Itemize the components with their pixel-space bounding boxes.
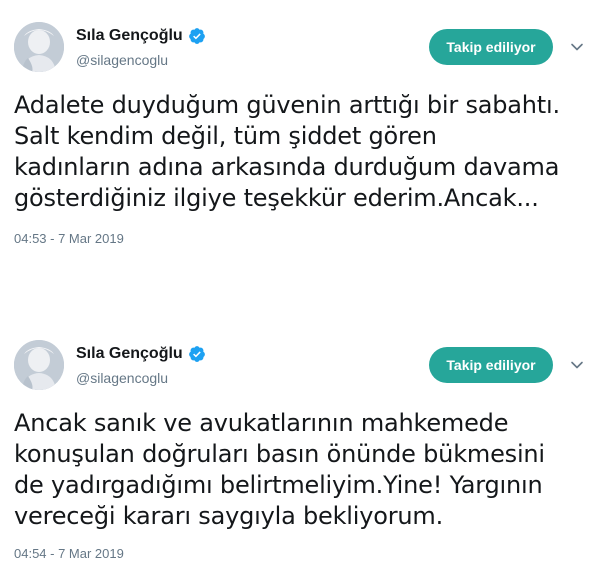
tweet: Sıla Gençoğlu @silagencoglu Takip ediliy… [0, 318, 601, 587]
following-button[interactable]: Takip ediliyor [429, 347, 553, 383]
tweet-text-line: Adalete duyduğum güvenin arttığı bir sab… [14, 91, 560, 119]
timestamp[interactable]: 04:54 - 7 Mar 2019 [14, 546, 124, 561]
tweet-text-line: konuşulan doğruları basın önünde bükmesi… [14, 440, 545, 468]
chevron-down-icon[interactable] [570, 40, 584, 54]
handle[interactable]: @silagencoglu [76, 370, 168, 386]
chevron-down-icon[interactable] [570, 358, 584, 372]
display-name[interactable]: Sıla Gençoğlu [76, 27, 183, 45]
handle[interactable]: @silagencoglu [76, 52, 168, 68]
tweet-text-line: Ancak sanık ve avukatlarının mahkemede [14, 409, 509, 437]
timestamp[interactable]: 04:53 - 7 Mar 2019 [14, 231, 124, 246]
tweet-text-line: Salt kendim değil, tüm şiddet gören [14, 122, 437, 150]
avatar[interactable] [14, 22, 64, 72]
tweet-text-line: de yadırgadığımı belirtmeliyim.Yine! Yar… [14, 471, 543, 499]
verified-badge-icon [188, 346, 205, 362]
avatar[interactable] [14, 340, 64, 390]
author-row: Sıla Gençoğlu [76, 27, 206, 45]
tweet-text-line: vereceği kararı saygıyla bekliyorum. [14, 502, 444, 530]
tweet-text: Ancak sanık ve avukatlarının mahkemede k… [14, 408, 594, 532]
tweet: Sıla Gençoğlu @silagencoglu Takip ediliy… [0, 0, 601, 270]
author-row: Sıla Gençoğlu [76, 345, 206, 363]
tweet-text-line: gösterdiğiniz ilgiye teşekkür ederim.Anc… [14, 184, 539, 212]
following-button[interactable]: Takip ediliyor [429, 29, 553, 65]
tweet-text-line: kadınların adına arkasında durduğum dava… [14, 153, 560, 181]
verified-badge-icon [188, 28, 205, 44]
tweet-text: Adalete duyduğum güvenin arttığı bir sab… [14, 90, 594, 214]
display-name[interactable]: Sıla Gençoğlu [76, 345, 183, 363]
